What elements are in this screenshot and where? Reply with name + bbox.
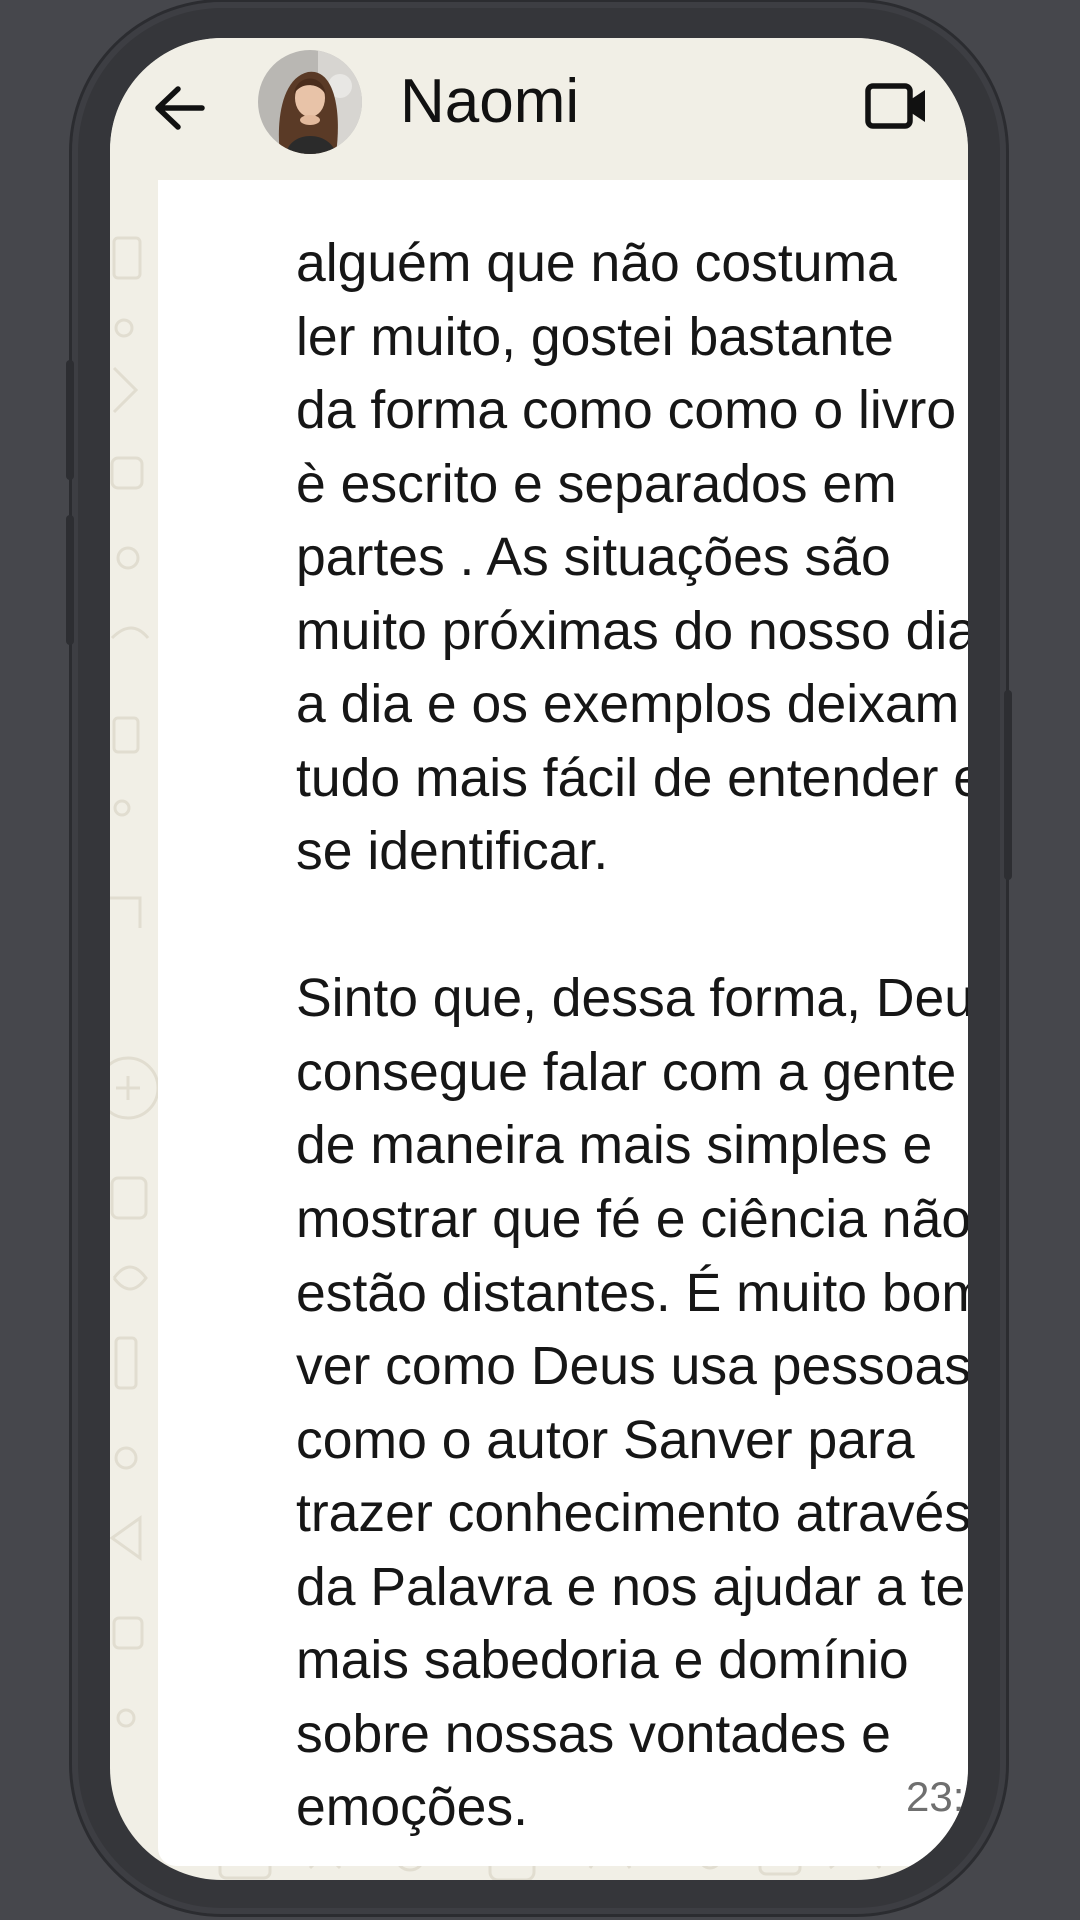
- video-call-button[interactable]: [864, 78, 930, 134]
- message-line: da forma como como o livro: [296, 381, 957, 440]
- screenshot-stage: Naomi alguém que não costuma ler muito, …: [0, 0, 1080, 1920]
- message-line: emoções.: [296, 1778, 528, 1837]
- message-timestamp: 23:: [906, 1773, 965, 1820]
- message-line: ler muito, gostei bastante: [296, 308, 894, 367]
- message-line: sobre nossas vontades e: [296, 1705, 891, 1764]
- avatar[interactable]: [258, 50, 362, 154]
- message-line: como o autor Sanver para: [296, 1411, 915, 1470]
- phone-side-button: [1004, 690, 1012, 880]
- message-line: tudo mais fácil de entender e: [296, 749, 968, 808]
- message-line: a dia e os exemplos deixam: [296, 675, 960, 734]
- chat-header: Naomi: [110, 38, 968, 180]
- message-line: da Palavra e nos ajudar a ter: [296, 1558, 968, 1617]
- message-line: è escrito e separados em: [296, 455, 897, 514]
- message-line: muito próximas do nosso dia: [296, 602, 968, 661]
- message-line: mais sabedoria e domínio: [296, 1631, 909, 1690]
- message-line: de maneira mais simples e: [296, 1116, 933, 1175]
- back-button[interactable]: [150, 78, 210, 138]
- message-line: Sinto que, dessa forma, Deus: [296, 969, 968, 1028]
- video-camera-icon: [865, 83, 925, 129]
- message-line: consegue falar com a gente: [296, 1043, 957, 1102]
- message-line: estão distantes. É muito bom: [296, 1264, 968, 1323]
- screen-clip: Naomi alguém que não costuma ler muito, …: [110, 38, 968, 1880]
- message-line: partes . As situações são: [296, 528, 891, 587]
- phone-side-button: [66, 360, 74, 480]
- message-line: se identificar.: [296, 822, 609, 881]
- phone-screen: Naomi alguém que não costuma ler muito, …: [110, 38, 968, 1880]
- message-line: trazer conhecimento através: [296, 1484, 968, 1543]
- message-line: alguém que não costuma: [296, 234, 897, 293]
- message-line: ver como Deus usa pessoas: [296, 1337, 968, 1396]
- home-indicator[interactable]: [460, 1858, 620, 1866]
- message-line: mostrar que fé e ciência não: [296, 1190, 968, 1249]
- arrow-left-icon: [155, 86, 205, 130]
- contact-name[interactable]: Naomi: [400, 64, 579, 140]
- avatar-photo: [258, 50, 362, 154]
- phone-side-button: [66, 515, 74, 645]
